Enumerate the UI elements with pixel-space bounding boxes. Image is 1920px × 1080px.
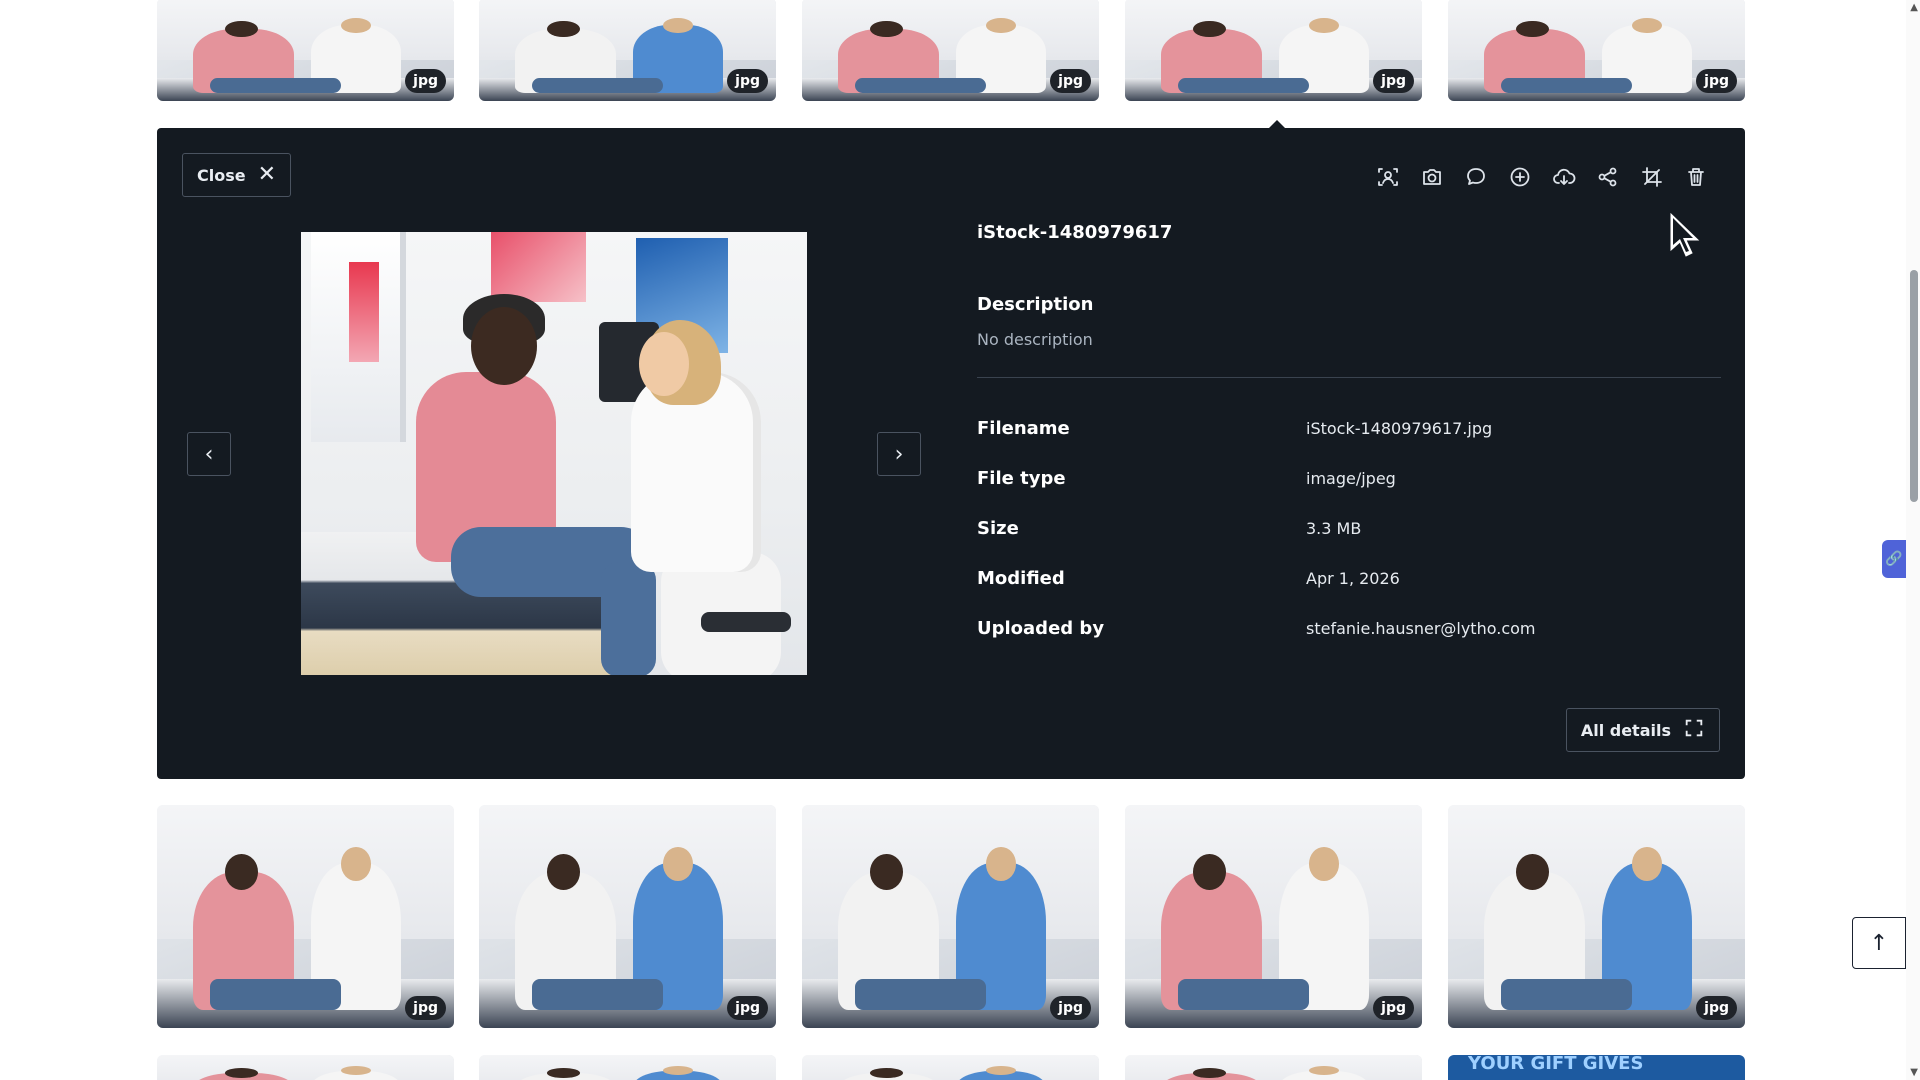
scrollbar-thumb[interactable] bbox=[1910, 270, 1918, 502]
divider bbox=[977, 377, 1721, 378]
metadata-list: Filename iStock-1480979617.jpg File type… bbox=[977, 403, 1717, 653]
metadata-row-filename: Filename iStock-1480979617.jpg bbox=[977, 403, 1717, 453]
file-type-badge: jpg bbox=[405, 69, 446, 93]
asset-thumbnail[interactable]: jpg bbox=[479, 0, 776, 101]
metadata-row-modified: Modified Apr 1, 2026 bbox=[977, 553, 1717, 603]
asset-thumbnail[interactable] bbox=[802, 1055, 1099, 1080]
side-panel-tab[interactable]: 🔗 bbox=[1882, 540, 1906, 578]
asset-thumbnail[interactable]: jpg bbox=[802, 0, 1099, 101]
metadata-row-file-type: File type image/jpeg bbox=[977, 453, 1717, 503]
chevron-left-icon: ‹ bbox=[204, 441, 214, 467]
previous-button[interactable]: ‹ bbox=[187, 432, 231, 476]
description-value: No description bbox=[977, 330, 1093, 349]
arrow-up-icon: ↑ bbox=[1869, 930, 1889, 956]
asset-thumbnail[interactable]: jpg bbox=[1125, 805, 1422, 1028]
scroll-up-icon[interactable]: ▲ bbox=[1910, 2, 1918, 13]
chevron-right-icon: › bbox=[894, 441, 904, 467]
crop-icon[interactable] bbox=[1638, 163, 1666, 191]
face-recognition-icon[interactable] bbox=[1374, 163, 1402, 191]
asset-thumbnail[interactable] bbox=[157, 1055, 454, 1080]
modified-value: Apr 1, 2026 bbox=[1306, 568, 1400, 588]
asset-toolbar bbox=[1374, 163, 1710, 191]
modified-label: Modified bbox=[977, 567, 1065, 589]
share-icon[interactable] bbox=[1594, 163, 1622, 191]
close-button[interactable]: Close ✕ bbox=[182, 153, 292, 197]
file-type-badge: jpg bbox=[1050, 996, 1091, 1020]
close-label: Close bbox=[197, 165, 246, 185]
file-type-value: image/jpeg bbox=[1306, 468, 1396, 488]
file-type-badge: jpg bbox=[1373, 996, 1414, 1020]
asset-detail-panel: Close ✕ ‹ › iStock-1480979617 Descriptio… bbox=[157, 128, 1745, 779]
file-type-badge: jpg bbox=[727, 69, 768, 93]
asset-preview-image bbox=[301, 232, 807, 675]
thumbnail-caption: YOUR GIFT GIVES bbox=[1468, 1055, 1644, 1074]
all-details-button[interactable]: All details bbox=[1565, 708, 1720, 752]
asset-thumbnail[interactable] bbox=[479, 1055, 776, 1080]
size-label: Size bbox=[977, 517, 1019, 539]
link-icon: 🔗 bbox=[1885, 551, 1903, 567]
file-type-badge: jpg bbox=[1696, 996, 1737, 1020]
description-label: Description bbox=[977, 294, 1094, 315]
size-value: 3.3 MB bbox=[1306, 518, 1362, 538]
asset-thumbnail[interactable]: YOUR GIFT GIVES bbox=[1448, 1055, 1745, 1080]
next-button[interactable]: › bbox=[877, 432, 921, 476]
file-type-badge: jpg bbox=[405, 996, 446, 1020]
asset-thumbnail[interactable]: jpg bbox=[479, 805, 776, 1028]
page-scrollbar[interactable]: ▲ ▼ bbox=[1906, 0, 1920, 1080]
download-cloud-icon[interactable] bbox=[1550, 163, 1578, 191]
file-type-badge: jpg bbox=[1373, 69, 1414, 93]
close-icon: ✕ bbox=[257, 162, 277, 187]
camera-icon[interactable] bbox=[1418, 163, 1446, 191]
back-to-top-button[interactable]: ↑ bbox=[1852, 917, 1906, 969]
add-icon[interactable] bbox=[1506, 163, 1534, 191]
mouse-cursor-icon bbox=[1670, 212, 1700, 257]
asset-thumbnail[interactable]: jpg bbox=[157, 805, 454, 1028]
file-type-badge: jpg bbox=[1050, 69, 1091, 93]
comment-icon[interactable] bbox=[1462, 163, 1490, 191]
asset-thumbnail[interactable]: jpg bbox=[1125, 0, 1422, 101]
asset-thumbnail[interactable]: jpg bbox=[1448, 805, 1745, 1028]
scroll-down-icon[interactable]: ▼ bbox=[1910, 1067, 1918, 1078]
metadata-row-size: Size 3.3 MB bbox=[977, 503, 1717, 553]
filename-value: iStock-1480979617.jpg bbox=[1306, 418, 1493, 438]
filename-label: Filename bbox=[977, 417, 1070, 439]
asset-thumbnail[interactable]: jpg bbox=[802, 805, 1099, 1028]
file-type-badge: jpg bbox=[727, 996, 768, 1020]
all-details-label: All details bbox=[1580, 720, 1671, 740]
expand-icon bbox=[1683, 717, 1705, 743]
asset-thumbnail[interactable] bbox=[1125, 1055, 1422, 1080]
uploaded-by-label: Uploaded by bbox=[977, 617, 1105, 639]
trash-icon[interactable] bbox=[1682, 163, 1710, 191]
asset-thumbnail[interactable]: jpg bbox=[157, 0, 454, 101]
file-type-badge: jpg bbox=[1696, 69, 1737, 93]
metadata-row-uploaded-by: Uploaded by stefanie.hausner@lytho.com bbox=[977, 603, 1717, 653]
uploaded-by-value[interactable]: stefanie.hausner@lytho.com bbox=[1306, 619, 1535, 638]
asset-title: iStock-1480979617 bbox=[977, 222, 1173, 243]
file-type-label: File type bbox=[977, 467, 1066, 489]
asset-thumbnail[interactable]: jpg bbox=[1448, 0, 1745, 101]
